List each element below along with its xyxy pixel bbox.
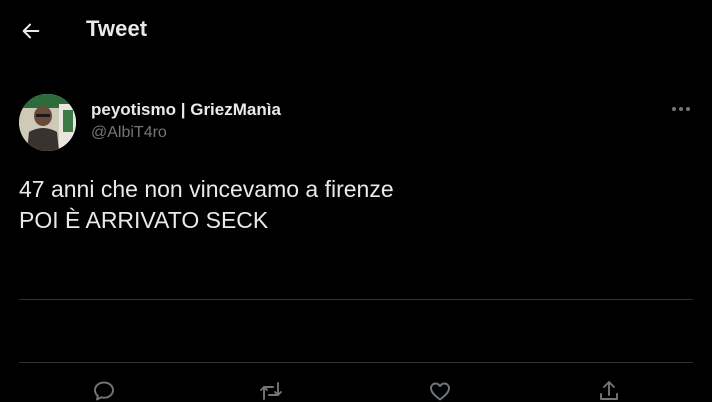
heart-icon [430,382,450,401]
avatar-image [19,94,76,151]
avatar[interactable] [19,94,76,151]
arrow-left-icon [22,23,40,39]
author-display-name[interactable]: peyotismo | GriezManìa [91,100,281,120]
page-title: Tweet [86,16,148,41]
share-icon [600,381,618,400]
back-button[interactable] [14,14,48,48]
author-handle[interactable]: @AlbiT4ro [91,124,167,142]
share-button[interactable] [596,378,622,402]
tweet-text: 47 anni che non vincevamo a firenze POI … [19,174,394,236]
divider [19,299,693,300]
retweet-icon [260,382,282,400]
like-button[interactable] [427,378,453,402]
reply-icon [94,381,114,401]
more-options-button[interactable] [668,100,694,118]
tweet-text-line: 47 anni che non vincevamo a firenze [19,176,394,202]
retweet-button[interactable] [258,378,284,402]
more-horizontal-icon [672,107,690,111]
divider [19,362,693,363]
tweet-page: Tweet peyotismo | GriezManìa @AlbiT4ro 4… [0,0,712,402]
tweet-text-line: POI È ARRIVATO SECK [19,207,269,233]
reply-button[interactable] [91,378,117,402]
top-bar: Tweet [0,0,712,60]
